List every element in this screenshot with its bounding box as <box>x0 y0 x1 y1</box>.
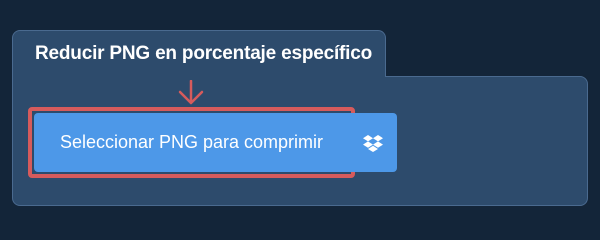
dropbox-icon <box>363 134 383 152</box>
arrow-down-icon <box>178 80 204 105</box>
select-png-button[interactable]: Seleccionar PNG para comprimir <box>34 113 349 172</box>
dropbox-button[interactable] <box>349 113 397 172</box>
panel-title: Reducir PNG en porcentaje específico <box>35 43 373 64</box>
